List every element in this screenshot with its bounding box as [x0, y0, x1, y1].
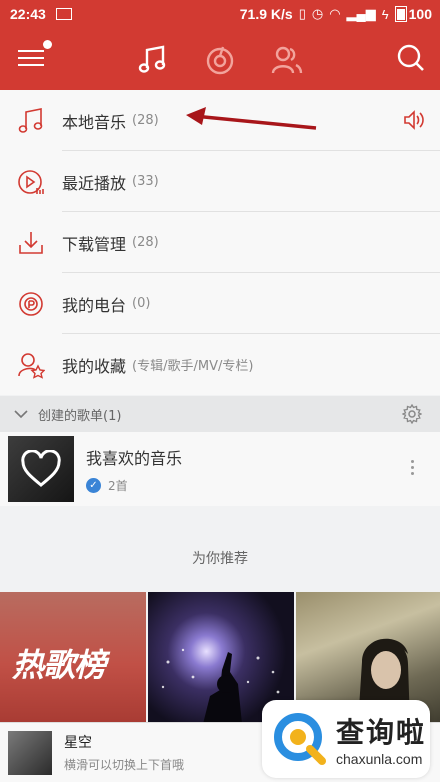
playlist-song-count: 2首	[108, 478, 128, 493]
menu-item-label: 我的收藏	[62, 356, 127, 376]
friends-tab-icon[interactable]	[270, 43, 304, 77]
app-top-bar	[0, 28, 440, 90]
charging-icon: ϟ	[381, 6, 389, 22]
menu-item-label: 我的电台	[62, 295, 127, 315]
recommend-tile-hot-chart[interactable]: 热歌榜	[0, 592, 146, 724]
mail-icon	[55, 8, 72, 20]
gear-icon[interactable]	[402, 404, 422, 424]
menu-item-count: (专辑/歌手/MV/专栏)	[132, 359, 254, 374]
menu-item-count: (0)	[132, 296, 151, 311]
recommend-title: 为你推荐	[192, 551, 248, 567]
status-time: 22:43	[10, 6, 46, 22]
notification-dot-icon	[43, 40, 52, 49]
watermark-logo	[274, 713, 326, 765]
music-tab-icon[interactable]	[136, 43, 170, 77]
watermark-brand: 查询啦	[336, 716, 427, 749]
playlist-title: 我喜欢的音乐	[86, 448, 183, 468]
vibrate-icon: ▯	[298, 6, 306, 21]
watermark-url: chaxunla.com	[336, 751, 423, 767]
music-note-icon	[16, 106, 46, 136]
collection-icon	[16, 350, 46, 380]
menu-item-label: 最近播放	[62, 173, 127, 193]
wifi-icon: ◠	[329, 6, 341, 21]
radio-icon	[16, 289, 46, 319]
recent-play-icon	[16, 167, 46, 197]
more-options-icon[interactable]	[411, 460, 414, 475]
menu-button[interactable]	[18, 40, 52, 70]
menu-item-download-manager[interactable]: 下载管理 (28)	[0, 212, 440, 273]
menu-item-label: 下载管理	[62, 234, 127, 254]
playlist-cover	[8, 436, 74, 502]
created-playlists-title: 创建的歌单(1)	[38, 408, 122, 424]
downloaded-check-icon: ✓	[86, 477, 101, 493]
battery-level: 100	[408, 6, 432, 22]
network-speed: 71.9 K/s	[239, 6, 293, 22]
menu-item-my-collection[interactable]: 我的收藏 (专辑/歌手/MV/专栏)	[0, 334, 440, 395]
menu-item-my-radio[interactable]: 我的电台 (0)	[0, 273, 440, 334]
created-playlists-header[interactable]: 创建的歌单(1)	[0, 396, 440, 432]
signal-icon: ▂▄▆	[346, 6, 376, 21]
menu-item-label: 本地音乐	[62, 112, 127, 132]
heart-icon	[21, 450, 61, 487]
alarm-icon: ◷	[311, 6, 324, 21]
menu-item-local-music[interactable]: 本地音乐 (28)	[0, 90, 440, 151]
battery-icon	[394, 6, 407, 22]
menu-item-count: (28)	[132, 113, 159, 128]
annotation-arrow-icon	[186, 107, 317, 130]
search-icon[interactable]	[396, 43, 426, 73]
watermark: 查询啦 chaxunla.com	[262, 700, 430, 778]
my-music-menu: 本地音乐 (28) 最近播放 (33) 下载管理 (28) 我的电台 (0) 我…	[0, 90, 440, 395]
hot-chart-label: 热歌榜	[12, 646, 106, 684]
battery-indicator: 100	[394, 6, 432, 22]
download-icon	[16, 228, 46, 258]
menu-item-count: (28)	[132, 235, 159, 250]
now-playing-title: 星空	[64, 735, 92, 751]
playlist-row-favorites[interactable]: 我喜欢的音乐 ✓ 2首	[0, 432, 440, 506]
menu-item-count: (33)	[132, 174, 159, 189]
menu-item-recent-play[interactable]: 最近播放 (33)	[0, 151, 440, 212]
status-indicators: 71.9 K/s ▯ ◷ ◠ ▂▄▆ ϟ 100	[240, 6, 432, 22]
now-playing-hint: 横滑可以切换上下首哦	[64, 758, 185, 772]
now-playing-cover	[8, 730, 52, 775]
chevron-down-icon	[14, 410, 28, 419]
status-bar: 22:43 71.9 K/s ▯ ◷ ◠ ▂▄▆ ϟ 100	[0, 0, 440, 28]
speaker-icon[interactable]	[402, 108, 426, 132]
discover-tab-icon[interactable]	[203, 43, 237, 77]
